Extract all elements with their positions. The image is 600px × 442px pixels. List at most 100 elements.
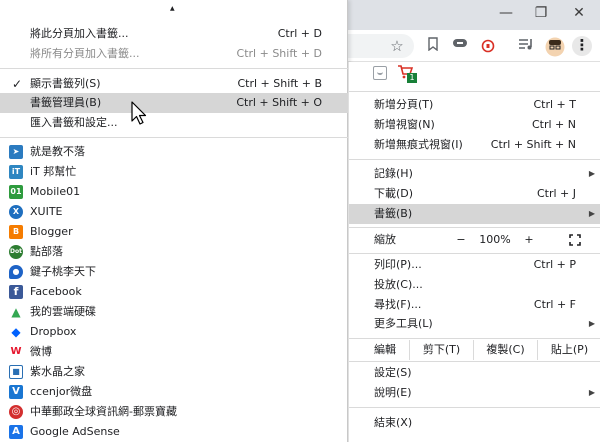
menu-item-shortcut: Ctrl + T: [533, 98, 576, 111]
import-bookmarks-item[interactable]: 匯入書籤和設定...: [0, 113, 348, 133]
close-button[interactable]: ✕: [570, 4, 588, 22]
add-page-bookmark-item[interactable]: 將此分頁加入書籤... Ctrl + D: [0, 24, 348, 44]
settings-item[interactable]: 設定(S): [349, 363, 600, 383]
profile-avatar-icon[interactable]: [545, 37, 565, 57]
menu-divider: [0, 68, 348, 69]
adsense-icon: A: [9, 425, 23, 439]
ithelp-icon: iT: [9, 165, 23, 179]
fullscreen-icon[interactable]: [563, 230, 587, 250]
bookmarks-item[interactable]: 書籤(B) ▶: [349, 204, 600, 224]
menu-item-label: 更多工具(L): [374, 317, 433, 330]
password-lock-icon[interactable]: [479, 37, 497, 55]
menu-item-shortcut: Ctrl + Shift + O: [236, 96, 322, 109]
bookmark-label: 中華郵政全球資訊網-郵票寶藏: [30, 405, 177, 418]
new-incognito-window-item[interactable]: 新增無痕式視窗(I) Ctrl + Shift + N: [349, 135, 600, 155]
xuite-icon: X: [9, 205, 23, 219]
edit-label: 編輯: [374, 343, 396, 356]
bookmark-item[interactable]: iT iT 邦幫忙: [0, 162, 348, 182]
menu-item-label: 將此分頁加入書籤...: [30, 27, 129, 40]
paste-button[interactable]: 貼上(P): [537, 340, 600, 360]
exit-item[interactable]: 結束(X): [349, 413, 600, 433]
menu-divider: [349, 159, 600, 160]
new-tab-item[interactable]: 新增分頁(T) Ctrl + T: [349, 95, 600, 115]
history-item[interactable]: 記錄(H) ▶: [349, 164, 600, 184]
menu-item-label: 匯入書籤和設定...: [30, 116, 118, 129]
cast-item[interactable]: 投放(C)...: [349, 275, 600, 295]
menu-item-shortcut: Ctrl + Shift + D: [236, 47, 322, 60]
menu-divider: [349, 91, 600, 92]
more-tools-item[interactable]: 更多工具(L) ▶: [349, 314, 600, 334]
restore-button[interactable]: ❐: [532, 4, 550, 22]
bookmark-icon[interactable]: [424, 37, 442, 55]
menu-item-label: 新增無痕式視窗(I): [374, 138, 463, 151]
scroll-up-arrow-icon[interactable]: ▲: [170, 5, 175, 12]
mobile01-icon: 01: [9, 185, 23, 199]
menu-item-label: 列印(P)...: [374, 258, 422, 271]
media-list-icon[interactable]: [517, 37, 535, 55]
bookmark-item[interactable]: ◆ Dropbox: [0, 322, 348, 342]
weibo-icon: W: [9, 345, 23, 359]
menu-item-label: 新增視窗(N): [374, 118, 435, 131]
help-item[interactable]: 說明(E) ▶: [349, 383, 600, 403]
find-item[interactable]: 尋找(F)... Ctrl + F: [349, 295, 600, 315]
bookmark-manager-item[interactable]: 書籤管理員(B) Ctrl + Shift + O: [0, 93, 348, 113]
minimize-button[interactable]: —: [497, 4, 515, 22]
menu-item-shortcut: Ctrl + J: [536, 187, 576, 200]
paper-plane-icon: ➤: [9, 145, 23, 159]
menu-item-label: 書籤(B): [374, 207, 413, 220]
cut-button[interactable]: 剪下(T): [409, 340, 473, 360]
bookmark-item[interactable]: ● 鍵子桃李天下: [0, 262, 348, 282]
edit-row: 編輯 剪下(T) 複製(C) 貼上(P): [349, 340, 600, 360]
bookmark-item[interactable]: V ccenjor微盘: [0, 382, 348, 402]
pocket-extension-icon[interactable]: [373, 66, 387, 80]
bookmark-item[interactable]: ◎ 中華郵政全球資訊網-郵票寶藏: [0, 402, 348, 422]
bookmark-item[interactable]: Dot 點部落: [0, 242, 348, 262]
bookmark-item[interactable]: ➤ 就是教不落: [0, 142, 348, 162]
bookmark-label: 我的雲端硬碟: [30, 305, 96, 318]
shopping-cart-extension-icon[interactable]: 1: [397, 64, 419, 84]
bookmark-label: ccenjor微盘: [30, 385, 93, 398]
mouse-cursor-icon: [131, 101, 147, 125]
zoom-label: 縮放: [374, 233, 396, 246]
dotblog-icon: Dot: [9, 245, 23, 259]
zoom-in-button[interactable]: +: [517, 230, 541, 250]
star-bookmark-icon[interactable]: ☆: [388, 37, 406, 55]
bookmark-item[interactable]: ▲ 我的雲端硬碟: [0, 302, 348, 322]
zoom-level: 100%: [479, 233, 511, 246]
menu-divider: [349, 407, 600, 408]
menu-item-label: 記錄(H): [374, 167, 413, 180]
bookmark-item[interactable]: f Facebook: [0, 282, 348, 302]
bookmark-label: Blogger: [30, 225, 73, 238]
submenu-arrow-icon: ▶: [588, 209, 595, 218]
bookmark-item[interactable]: W 微博: [0, 342, 348, 362]
bookmark-label: Facebook: [30, 285, 82, 298]
menu-item-shortcut: Ctrl + Shift + N: [490, 138, 576, 151]
bookmark-item[interactable]: B Blogger: [0, 222, 348, 242]
bookmarks-submenu: ▲ 將此分頁加入書籤... Ctrl + D 將所有分頁加入書籤... Ctrl…: [0, 0, 348, 442]
new-window-item[interactable]: 新增視窗(N) Ctrl + N: [349, 115, 600, 135]
bookmark-item[interactable]: ■ 紫水晶之家: [0, 362, 348, 382]
print-item[interactable]: 列印(P)... Ctrl + P: [349, 255, 600, 275]
menu-item-label: 結束(X): [374, 416, 413, 429]
chrome-menu-button[interactable]: ⋮: [572, 36, 592, 56]
copy-button[interactable]: 複製(C): [473, 340, 537, 360]
downloads-item[interactable]: 下載(D) Ctrl + J: [349, 184, 600, 204]
menu-item-label: 顯示書籤列(S): [30, 77, 101, 90]
chat-bubble-icon: ●: [9, 265, 23, 279]
menu-item-shortcut: Ctrl + F: [533, 298, 576, 311]
zoom-out-button[interactable]: −: [449, 230, 473, 250]
dropbox-icon: ◆: [9, 325, 23, 339]
bookmark-label: Dropbox: [30, 325, 77, 338]
extension-link-icon[interactable]: [451, 37, 469, 55]
menu-divider: [349, 338, 600, 339]
bookmark-item[interactable]: X XUITE: [0, 202, 348, 222]
bookmark-label: 鍵子桃李天下: [30, 265, 96, 278]
menu-item-label: 書籤管理員(B): [30, 96, 102, 109]
bookmark-item[interactable]: 01 Mobile01: [0, 182, 348, 202]
google-drive-icon: ▲: [9, 305, 23, 319]
show-bookmarks-bar-item[interactable]: ✓ 顯示書籤列(S) Ctrl + Shift + B: [0, 74, 348, 94]
add-all-tabs-bookmark-item: 將所有分頁加入書籤... Ctrl + Shift + D: [0, 44, 348, 64]
menu-item-shortcut: Ctrl + N: [531, 118, 576, 131]
bookmark-item[interactable]: A Google AdSense: [0, 422, 348, 442]
check-icon: ✓: [12, 77, 23, 91]
